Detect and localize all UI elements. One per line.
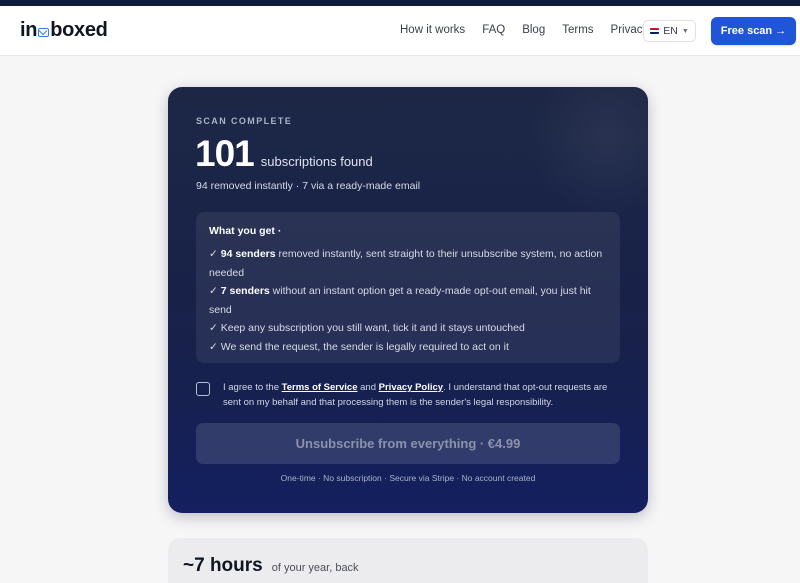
language-label: EN: [663, 25, 678, 37]
time-saved-value: ~7 hours: [183, 555, 263, 576]
top-navigation: in boxed How it works FAQ Blog Terms Priv…: [0, 6, 800, 56]
envelope-icon: [38, 28, 50, 37]
nav-link-terms[interactable]: Terms: [562, 24, 593, 36]
language-selector[interactable]: EN ▼: [643, 20, 696, 42]
unsubscribe-everything-button[interactable]: Unsubscribe from everything · €4.99: [196, 423, 620, 464]
benefit-item: ✓ 7 senders without an instant option ge…: [209, 282, 604, 319]
benefit-highlight: 7 senders: [220, 285, 270, 297]
privacy-policy-link[interactable]: Privacy Policy: [379, 382, 443, 393]
consent-prefix: I agree to the: [223, 382, 282, 393]
consent-row: I agree to the Terms of Service and Priv…: [196, 380, 620, 410]
subscription-breakdown: 94 removed instantly · 7 via a ready-mad…: [196, 180, 421, 192]
subscription-count-label: subscriptions found: [260, 154, 373, 169]
check-icon: ✓: [209, 340, 218, 353]
consent-checkbox[interactable]: [196, 382, 210, 396]
subscription-count: 101: [195, 133, 255, 174]
free-scan-button[interactable]: Free scan →: [711, 17, 796, 45]
benefit-item: ✓ 94 senders removed instantly, sent str…: [209, 245, 604, 282]
benefit-item: ✓ Keep any subscription you still want, …: [209, 319, 604, 338]
scan-status-eyebrow: SCAN COMPLETE: [196, 116, 293, 126]
scan-result-card: SCAN COMPLETE 101 subscriptions found 94…: [168, 87, 648, 513]
logo-suffix: boxed: [50, 19, 108, 41]
logo-prefix: in: [20, 19, 38, 41]
subscription-count-row: 101 subscriptions found: [195, 133, 373, 175]
benefit-highlight: 94 senders: [220, 248, 276, 260]
nav-links: How it works FAQ Blog Terms Privacy: [400, 24, 665, 36]
benefits-title: What you get ·: [209, 225, 282, 237]
check-icon: ✓: [209, 285, 218, 297]
payment-fine-print: One-time · No subscription · Secure via …: [280, 473, 536, 483]
consent-and: and: [357, 382, 379, 393]
benefit-text: Keep any subscription you still want, ti…: [220, 322, 525, 334]
time-saved-row: ~7 hours of your year, back: [183, 555, 359, 577]
benefit-item: ✓ We send the request, the sender is leg…: [209, 338, 604, 357]
chevron-down-icon: ▼: [681, 27, 689, 35]
time-saved-label: of your year, back: [271, 562, 359, 574]
benefit-text: We send the request, the sender is legal…: [220, 340, 509, 353]
terms-of-service-link[interactable]: Terms of Service: [282, 382, 358, 393]
consent-text: I agree to the Terms of Service and Priv…: [223, 380, 620, 410]
uk-flag-icon: [650, 28, 660, 34]
check-icon: ✓: [209, 322, 218, 334]
check-icon: ✓: [209, 248, 218, 260]
nav-link-blog[interactable]: Blog: [522, 24, 545, 36]
nav-link-faq[interactable]: FAQ: [482, 24, 505, 36]
benefits-panel: What you get · ✓ 94 senders removed inst…: [196, 212, 620, 363]
benefits-list: ✓ 94 senders removed instantly, sent str…: [209, 245, 604, 356]
decorative-glow: [528, 87, 648, 217]
logo[interactable]: in boxed: [20, 19, 108, 42]
time-saved-card: ~7 hours of your year, back: [168, 538, 648, 583]
nav-link-how-it-works[interactable]: How it works: [400, 24, 465, 36]
